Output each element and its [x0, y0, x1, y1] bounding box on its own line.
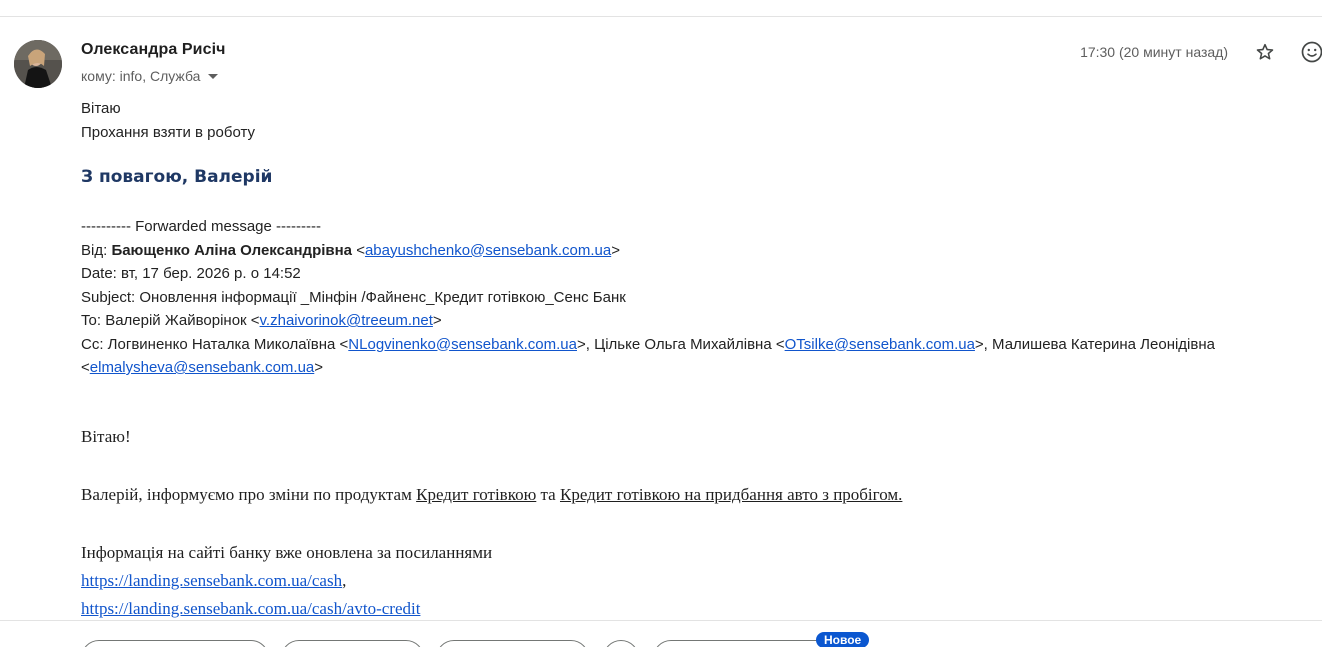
product-cash-credit: Кредит готівкою	[416, 485, 537, 504]
sender-avatar[interactable]	[14, 40, 62, 88]
link-avto-credit[interactable]: https://landing.sensebank.com.ua/cash/av…	[81, 599, 420, 618]
forwarded-cc: Cc: Логвиненко Наталка Миколаївна <NLogv…	[81, 335, 1215, 377]
sender-name[interactable]: Олександра Рисіч	[81, 41, 226, 59]
forwarded-link1-line: https://landing.sensebank.com.ua/cash,	[81, 571, 347, 590]
forward-button[interactable]	[436, 640, 589, 647]
forwarded-from: Від: Бающенко Аліна Олександрівна <abayu…	[81, 241, 620, 259]
header-divider	[0, 16, 1322, 17]
reply-all-button[interactable]	[281, 640, 424, 647]
body-request: Прохання взяти в роботу	[81, 124, 256, 141]
reply-button[interactable]	[81, 640, 269, 647]
forwarded-info-line: Інформація на сайті банку вже оновлена з…	[81, 543, 493, 562]
email-view: Олександра Рисіч кому: info, Служба 17:3…	[0, 0, 1322, 647]
signature: З повагою, Валерій	[81, 167, 273, 187]
recipients-label: кому: info, Служба	[81, 68, 201, 84]
cc-email-2[interactable]: OTsilke@sensebank.com.ua	[785, 336, 975, 353]
forwarded-link2-line: https://landing.sensebank.com.ua/cash/av…	[81, 599, 420, 619]
new-badge: Новое	[816, 632, 870, 647]
cc-email-1[interactable]: NLogvinenko@sensebank.com.ua	[348, 336, 577, 353]
forwarded-separator: ---------- Forwarded message ---------	[81, 218, 321, 235]
forwarded-to-email[interactable]: v.zhaivorinok@treeum.net	[260, 312, 433, 329]
link-cash[interactable]: https://landing.sensebank.com.ua/cash	[81, 571, 342, 590]
product-auto-credit: Кредит готівкою на придбання авто з проб…	[559, 485, 903, 504]
forwarded-date: Date: вт, 17 бер. 2026 р. о 14:52	[81, 265, 301, 282]
forwarded-greeting: Вітаю!	[81, 427, 131, 446]
forwarded-products-line: Валерій, інформуємо про зміни по продукт…	[81, 485, 903, 504]
message-timestamp: 17:30 (20 минут назад)	[1080, 44, 1228, 60]
cc-email-3[interactable]: elmalysheva@sensebank.com.ua	[90, 359, 315, 376]
body-greeting: Вітаю	[81, 100, 121, 117]
chevron-down-icon[interactable]	[208, 74, 219, 79]
add-reaction-icon[interactable]	[1298, 38, 1322, 66]
forwarded-from-email[interactable]: abayushchenko@sensebank.com.ua	[365, 242, 611, 259]
forwarded-subject: Subject: Оновлення інформації _Мінфін /Ф…	[81, 288, 626, 306]
forwarded-header: ---------- Forwarded message --------- В…	[81, 215, 1311, 380]
forwarded-from-name: Бающенко Аліна Олександрівна	[111, 241, 353, 259]
forwarded-to: To: Валерій Жайворінок <v.zhaivorinok@tr…	[81, 312, 442, 329]
star-icon[interactable]	[1251, 38, 1279, 66]
recipients-dropdown[interactable]: кому: info, Служба	[81, 68, 219, 84]
